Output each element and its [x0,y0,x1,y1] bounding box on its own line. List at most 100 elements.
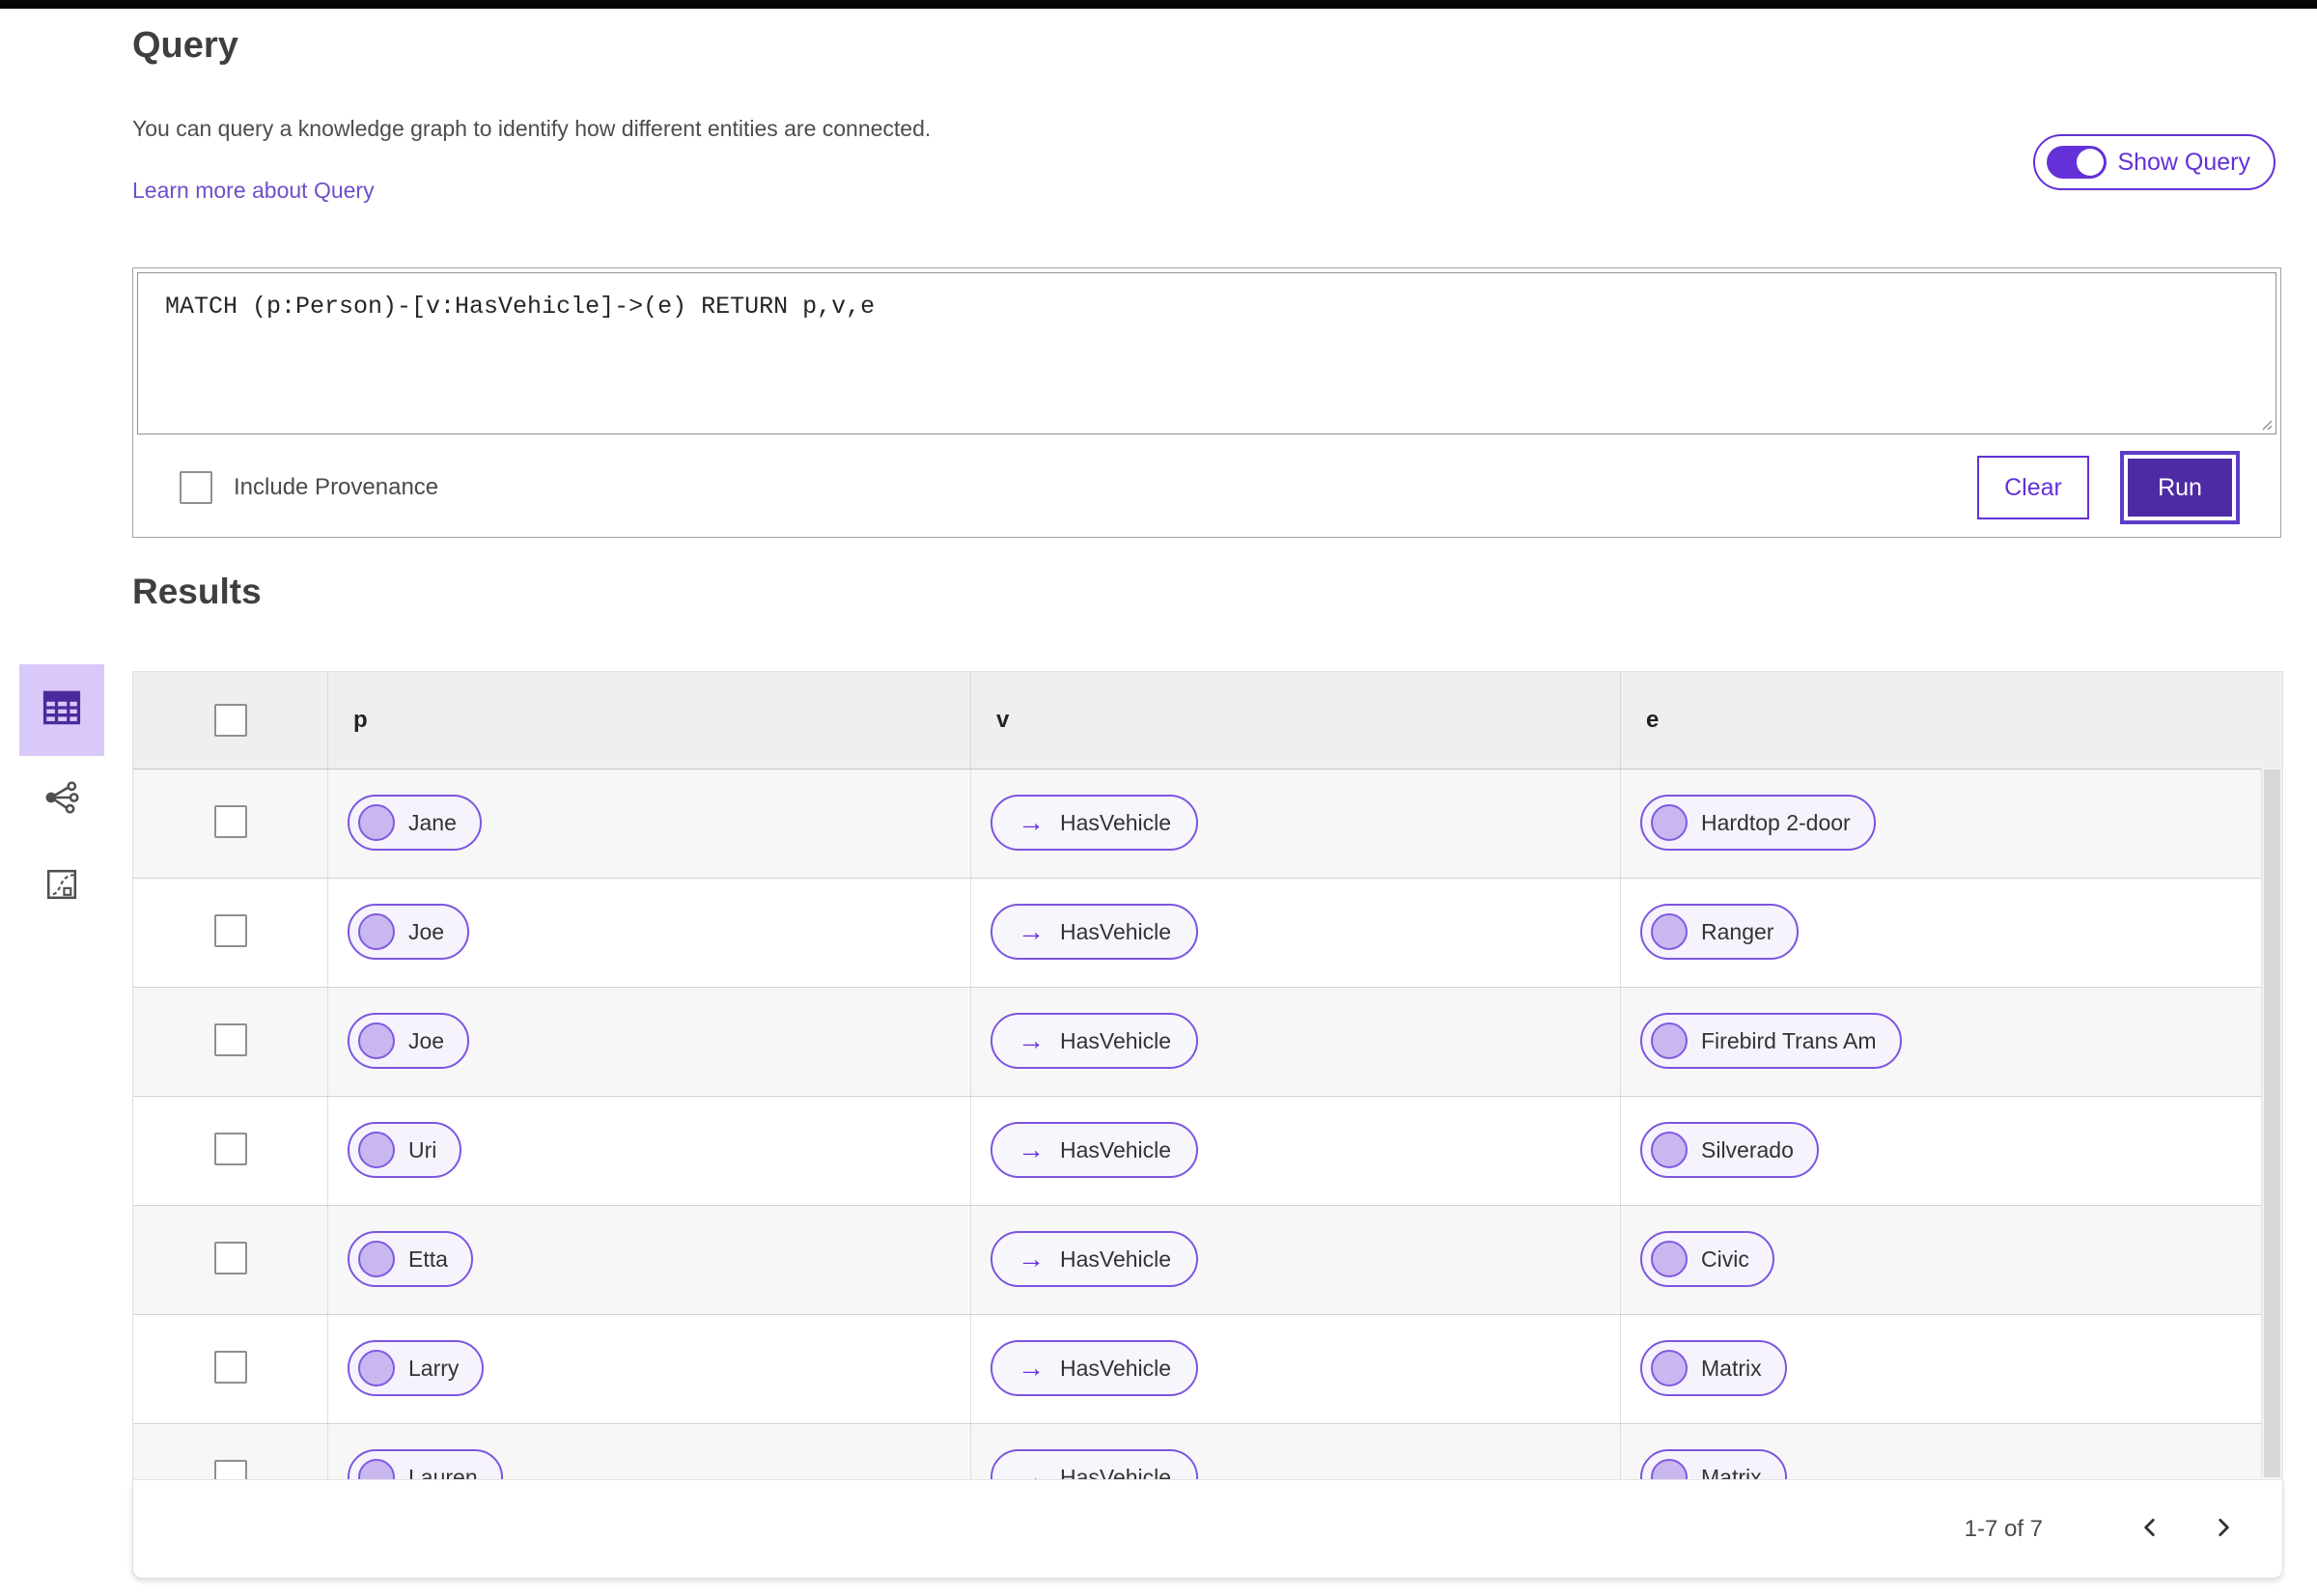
column-header-v[interactable]: v [971,672,1621,769]
scrollbar-thumb[interactable] [2264,770,2280,1477]
entity-label: Joe [408,918,445,944]
entity-pill[interactable]: Joe [348,1013,470,1069]
select-all-checkbox[interactable] [213,704,247,737]
pagination-range-label: 1-7 of 7 [1964,1515,2043,1542]
relationship-label: HasVehicle [1060,1355,1172,1381]
table-row: Lauren → HasVehicle Matrix [133,1424,2282,1479]
node-circle-icon [358,913,395,950]
relationship-label: HasVehicle [1060,1136,1172,1162]
arrow-right-icon: → [1018,916,1045,946]
entity-label: Joe [408,1027,445,1053]
learn-more-link[interactable]: Learn more about Query [132,178,375,204]
node-circle-icon [358,1022,395,1059]
table-icon [41,686,83,734]
entity-label: Larry [408,1355,460,1381]
page-description: You can query a knowledge graph to ident… [132,116,932,141]
chevron-right-icon [2211,1515,2236,1543]
relationship-pill[interactable]: → HasVehicle [991,1231,1199,1287]
entity-pill[interactable]: Uri [348,1122,462,1178]
relationship-pill[interactable]: → HasVehicle [991,1122,1199,1178]
arrow-right-icon: → [1018,1244,1045,1274]
entity-pill[interactable]: Civic [1640,1231,1774,1287]
table-row: Etta → HasVehicle Civic [133,1206,2282,1315]
results-table: p v e Jane → HasVehicle Hardtop 2-door J… [132,671,2283,1479]
clear-button[interactable]: Clear [1977,456,2089,519]
node-circle-icon [358,804,395,841]
column-header-p[interactable]: p [328,672,971,769]
entity-pill[interactable]: Etta [348,1231,473,1287]
include-provenance-checkbox[interactable] [180,471,212,504]
table-row: Larry → HasVehicle Matrix [133,1315,2282,1424]
entity-label: Matrix [1701,1355,1762,1381]
query-textarea[interactable]: MATCH (p:Person)-[v:HasVehicle]->(e) RET… [137,272,2276,434]
arrow-right-icon: → [1018,1025,1045,1055]
table-body: Jane → HasVehicle Hardtop 2-door Joe → H… [133,770,2282,1479]
window-top-edge [0,0,2317,9]
relationship-pill[interactable]: → HasVehicle [991,1449,1199,1480]
row-checkbox[interactable] [213,1460,247,1479]
arrow-right-icon: → [1018,1134,1045,1164]
include-provenance-label: Include Provenance [234,474,439,500]
entity-label: Uri [408,1136,437,1162]
entity-label: Silverado [1701,1136,1794,1162]
entity-pill[interactable]: Lauren [348,1449,503,1479]
row-checkbox[interactable] [213,914,247,947]
table-header-row: p v e [133,672,2282,770]
table-view-button[interactable] [19,664,104,756]
table-row: Jane → HasVehicle Hardtop 2-door [133,770,2282,879]
resize-handle-icon[interactable] [2258,416,2274,432]
row-checkbox[interactable] [213,1351,247,1384]
row-checkbox[interactable] [213,1023,247,1056]
previous-page-button[interactable] [2128,1507,2172,1552]
node-circle-icon [1651,1022,1688,1059]
row-checkbox[interactable] [213,1133,247,1165]
entity-pill[interactable]: Hardtop 2-door [1640,795,1876,851]
node-circle-icon [1651,1350,1688,1386]
relationship-pill[interactable]: → HasVehicle [991,1013,1199,1069]
entity-label: Etta [408,1246,448,1272]
entity-pill[interactable]: Larry [348,1340,485,1396]
run-button[interactable]: Run [2128,459,2232,517]
results-view-switcher [19,664,104,930]
table-scrollbar[interactable] [2261,769,2282,1478]
arrow-right-icon: → [1018,1353,1045,1383]
relationship-pill[interactable]: → HasVehicle [991,904,1199,960]
relationship-label: HasVehicle [1060,918,1172,944]
chevron-left-icon [2137,1515,2163,1543]
entity-pill[interactable]: Matrix [1640,1340,1787,1396]
entity-label: Lauren [408,1464,478,1480]
column-header-e[interactable]: e [1621,672,2282,769]
entity-pill[interactable]: Silverado [1640,1122,1819,1178]
relationship-pill[interactable]: → HasVehicle [991,1340,1199,1396]
row-checkbox[interactable] [213,805,247,838]
node-circle-icon [358,1132,395,1168]
relationship-pill[interactable]: → HasVehicle [991,795,1199,851]
entity-label: Civic [1701,1246,1749,1272]
graph-view-button[interactable] [19,756,104,843]
entity-pill[interactable]: Jane [348,795,482,851]
entity-pill[interactable]: Joe [348,904,470,960]
arrow-right-icon: → [1018,1462,1045,1480]
entity-pill[interactable]: Matrix [1640,1449,1787,1479]
network-graph-icon [43,779,80,821]
relationship-label: HasVehicle [1060,809,1172,835]
table-row: Joe → HasVehicle Ranger [133,879,2282,988]
entity-pill[interactable]: Firebird Trans Am [1640,1013,1902,1069]
table-row: Joe → HasVehicle Firebird Trans Am [133,988,2282,1097]
entity-label: Hardtop 2-door [1701,809,1851,835]
query-editor-card: MATCH (p:Person)-[v:HasVehicle]->(e) RET… [132,267,2281,538]
entity-pill[interactable]: Ranger [1640,904,1800,960]
show-query-toggle-button[interactable]: Show Query [2033,134,2275,190]
results-title: Results [132,572,262,611]
next-page-button[interactable] [2201,1507,2246,1552]
node-circle-icon [1651,1241,1688,1277]
node-circle-icon [358,1241,395,1277]
row-checkbox[interactable] [213,1242,247,1274]
chart-view-button[interactable] [19,843,104,930]
node-circle-icon [358,1459,395,1479]
table-pagination-bar: 1-7 of 7 [132,1479,2283,1579]
entity-label: Firebird Trans Am [1701,1027,1877,1053]
toggle-switch[interactable] [2047,146,2108,179]
entity-label: Jane [408,809,457,835]
entity-label: Matrix [1701,1464,1762,1480]
